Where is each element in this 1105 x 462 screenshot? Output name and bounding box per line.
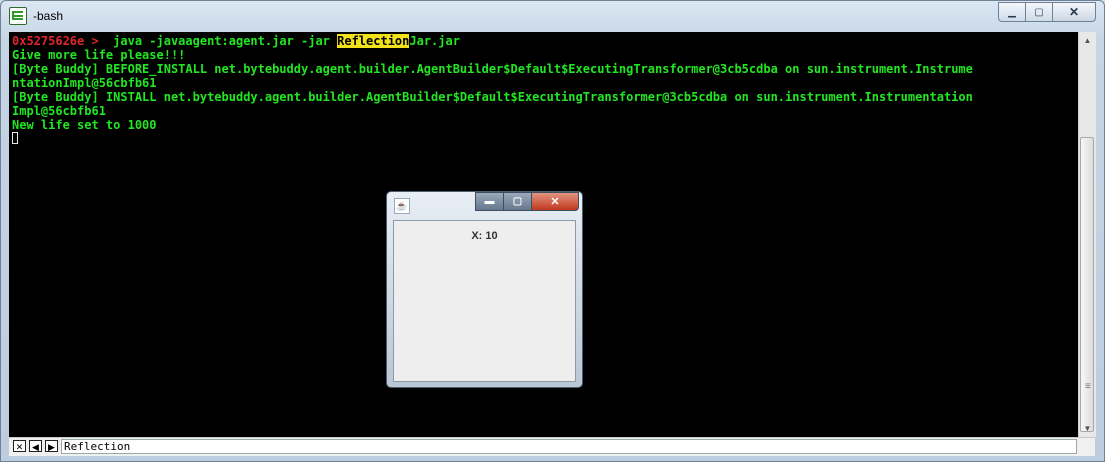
vertical-scrollbar[interactable]: ▲ ≡ ▼ xyxy=(1078,32,1096,437)
x-value-label: X: 10 xyxy=(471,230,498,242)
scroll-up-icon[interactable]: ▲ xyxy=(1079,32,1096,49)
output-line: New life set to 1000 xyxy=(12,118,157,132)
terminal-app-icon[interactable] xyxy=(9,7,27,25)
minimize-button[interactable]: ▁ xyxy=(998,2,1026,22)
java-content-pane: X: 10 xyxy=(393,220,576,382)
scrollbar-thumb[interactable]: ≡ xyxy=(1080,137,1094,432)
window-title: -bash xyxy=(33,9,64,23)
search-bar: ✕ ◀ ▶ Reflection xyxy=(9,437,1095,456)
java-window[interactable]: ☕ ▬ ▢ ✕ X: 10 xyxy=(386,191,583,388)
search-highlight: Reflection xyxy=(337,34,410,48)
output-line: Impl@56cbfb61 xyxy=(12,104,106,118)
java-close-button[interactable]: ✕ xyxy=(531,192,579,211)
java-maximize-button[interactable]: ▢ xyxy=(503,192,532,211)
close-button[interactable]: ✕ xyxy=(1052,2,1096,22)
output-line: [Byte Buddy] INSTALL net.bytebuddy.agent… xyxy=(12,90,973,104)
output-line: Give more life please!!! xyxy=(12,48,186,62)
shell-prompt: 0x5275626e > xyxy=(12,34,99,48)
java-window-controls: ▬ ▢ ✕ xyxy=(475,192,579,211)
close-search-icon[interactable]: ✕ xyxy=(13,440,26,452)
output-line: [Byte Buddy] BEFORE_INSTALL net.bytebudd… xyxy=(12,62,973,76)
terminal-cursor xyxy=(12,132,18,144)
command-line: 0x5275626e > java -javaagent:agent.jar -… xyxy=(12,34,460,48)
title-bar[interactable]: -bash ▁ ▢ ✕ xyxy=(1,1,1104,31)
java-icon[interactable]: ☕ xyxy=(394,198,410,214)
window-controls: ▁ ▢ ✕ xyxy=(998,2,1096,22)
command-text-end: Jar.jar xyxy=(409,34,460,48)
output-line: ntationImpl@56cbfb61 xyxy=(12,76,157,90)
search-next-icon[interactable]: ▶ xyxy=(45,440,58,452)
search-prev-icon[interactable]: ◀ xyxy=(29,440,42,452)
scroll-down-icon[interactable]: ▼ xyxy=(1079,420,1096,437)
search-input[interactable]: Reflection xyxy=(61,439,1077,454)
grip-icon: ≡ xyxy=(1085,381,1091,392)
command-text: java -javaagent:agent.jar -jar xyxy=(98,34,338,48)
maximize-button[interactable]: ▢ xyxy=(1025,2,1053,22)
java-minimize-button[interactable]: ▬ xyxy=(475,192,504,211)
